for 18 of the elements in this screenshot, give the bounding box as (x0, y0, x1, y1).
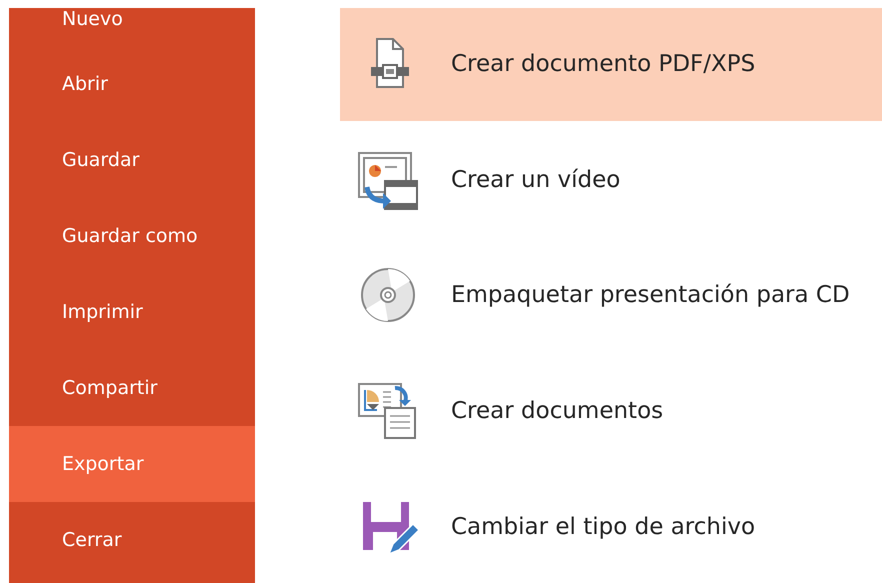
sidebar-item[interactable]: Compartir (9, 350, 255, 426)
sidebar-item[interactable]: Nuevo (9, 8, 255, 46)
export-option[interactable]: Crear documentos (340, 354, 882, 468)
option-label: Crear un vídeo (451, 166, 620, 195)
sidebar-item[interactable]: Cerrar (9, 502, 255, 578)
option-label: Crear documentos (451, 396, 664, 426)
export-option[interactable]: Empaquetar presentación para CD (340, 239, 882, 352)
option-label: Cambiar el tipo de archivo (451, 512, 756, 542)
export-option[interactable]: Crear un vídeo (340, 124, 882, 236)
export-option[interactable]: Crear documento PDF/XPS (340, 8, 882, 121)
option-label: Empaquetar presentación para CD (451, 281, 850, 310)
sidebar-item[interactable]: Exportar (9, 426, 255, 502)
sidebar-item[interactable]: Abrir (9, 46, 255, 122)
sidebar-item[interactable]: Imprimir (9, 274, 255, 350)
export-option[interactable]: Cambiar el tipo de archivo (340, 470, 882, 583)
sidebar-item[interactable]: Guardar (9, 122, 255, 198)
sidebar-item[interactable]: Guardar como (9, 198, 255, 274)
option-label: Crear documento PDF/XPS (451, 50, 756, 80)
